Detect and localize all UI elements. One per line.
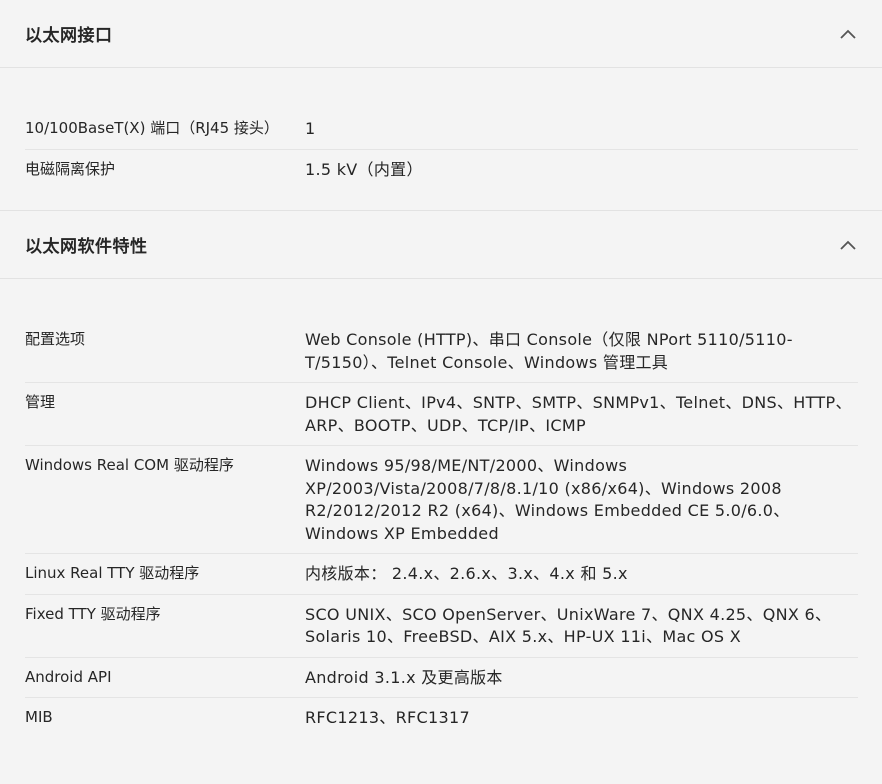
spec-label: Fixed TTY 驱动程序: [25, 604, 161, 623]
spec-label: Android API: [25, 667, 112, 686]
section-body: 10/100BaseT(X) 端口（RJ45 接头） 1 电磁隔离保护 1.5 …: [0, 68, 882, 210]
spec-row: Linux Real TTY 驱动程序 内核版本： 2.4.x、2.6.x、3.…: [25, 554, 858, 595]
spec-row: 10/100BaseT(X) 端口（RJ45 接头） 1: [25, 109, 858, 150]
spec-value: 1: [305, 119, 316, 138]
spec-label: Windows Real COM 驱动程序: [25, 456, 234, 474]
section-ethernet-interface: 以太网接口 10/100BaseT(X) 端口（RJ45 接头） 1 电磁隔离保…: [0, 0, 882, 210]
spec-row: 管理 DHCP Client、IPv4、SNTP、SMTP、SNMPv1、Tel…: [25, 383, 858, 446]
section-header[interactable]: 以太网软件特性: [0, 211, 882, 279]
section-header[interactable]: 以太网接口: [0, 0, 882, 68]
spec-value: SCO UNIX、SCO OpenServer、UnixWare 7、QNX 4…: [305, 604, 832, 647]
spec-value: DHCP Client、IPv4、SNTP、SMTP、SNMPv1、Telnet…: [305, 393, 852, 435]
section-ethernet-software: 以太网软件特性 配置选项 Web Console (HTTP)、串口 Conso…: [0, 211, 882, 759]
spec-label: 10/100BaseT(X) 端口（RJ45 接头）: [25, 119, 279, 137]
chevron-up-icon[interactable]: [839, 25, 857, 43]
spec-value: 1.5 kV（内置）: [305, 159, 423, 179]
spec-row: 配置选项 Web Console (HTTP)、串口 Console（仅限 NP…: [25, 320, 858, 383]
spec-row: MIB RFC1213、RFC1317: [25, 698, 858, 738]
spec-label: MIB: [25, 708, 53, 726]
spec-value: 内核版本： 2.4.x、2.6.x、3.x、4.x 和 5.x: [305, 564, 628, 583]
spec-row: Windows Real COM 驱动程序 Windows 95/98/ME/N…: [25, 446, 858, 554]
section-title: 以太网软件特性: [25, 237, 148, 257]
spec-label: Linux Real TTY 驱动程序: [25, 564, 200, 582]
spec-row: Fixed TTY 驱动程序 SCO UNIX、SCO OpenServer、U…: [25, 595, 858, 658]
spec-value: Windows 95/98/ME/NT/2000、Windows XP/2003…: [305, 456, 790, 543]
spec-label: 管理: [25, 393, 56, 411]
spec-label: 配置选项: [25, 330, 86, 348]
spec-row: Android API Android 3.1.x 及更高版本: [25, 658, 858, 698]
spec-row: 电磁隔离保护 1.5 kV（内置）: [25, 150, 858, 190]
section-title: 以太网接口: [25, 26, 113, 46]
spec-value: Android 3.1.x 及更高版本: [305, 667, 503, 687]
spec-label: 电磁隔离保护: [25, 159, 116, 178]
spec-value: RFC1213、RFC1317: [305, 708, 470, 727]
spec-value: Web Console (HTTP)、串口 Console（仅限 NPort 5…: [305, 330, 793, 372]
section-body: 配置选项 Web Console (HTTP)、串口 Console（仅限 NP…: [0, 279, 882, 759]
chevron-up-icon[interactable]: [839, 236, 857, 254]
